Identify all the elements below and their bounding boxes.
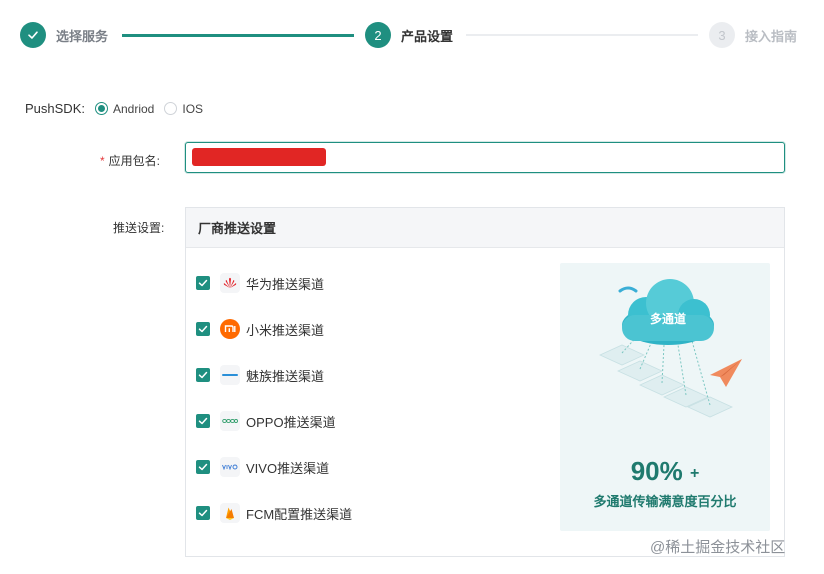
huawei-logo-icon [220,273,240,293]
required-mark: * [100,153,105,168]
promo-illustration: 多通道 90% + 多通道传输满意度百分比 [560,263,770,531]
vivo-logo-icon [220,457,240,477]
step-select-service: 选择服务 [20,22,108,48]
push-settings-label: 推送设置: [113,221,165,235]
promo-percent: 90% + [630,456,700,486]
step-access-guide: 3 接入指南 [709,22,797,48]
checkbox-checked-icon[interactable] [196,368,210,382]
radio-checked-icon[interactable] [94,102,108,115]
checkbox-checked-icon[interactable] [196,506,210,520]
checkbox-checked-icon[interactable] [196,460,210,474]
promo-subtitle: 多通道传输满意度百分比 [593,494,737,509]
radio-android[interactable]: Andriod [94,101,155,116]
checkbox-checked-icon[interactable] [196,276,210,290]
vendor-push-panel: 厂商推送设置 华为推送渠道 小米推送渠道 魅族推送渠道 OPPO推送渠道 VIV… [185,207,785,557]
checkbox-checked-icon[interactable] [196,414,210,428]
cloud-illustration-icon: 多通道 [599,279,742,418]
package-name-input[interactable] [185,142,785,173]
channel-meizu[interactable]: 魅族推送渠道 [196,352,352,398]
push-sdk-label: PushSDK: [25,101,85,116]
package-name-label-row: * 应用包名: [100,152,171,169]
cloud-text: 多通道 [650,311,686,326]
step-number: 2 [365,22,391,48]
push-sdk-row: PushSDK: Andriod IOS [25,101,203,116]
meizu-logo-icon [220,365,240,385]
fcm-logo-icon [220,503,240,523]
radio-label: IOS [182,101,204,116]
panel-title: 厂商推送设置 [186,208,784,248]
step-label: 选择服务 [56,28,109,44]
channel-huawei[interactable]: 华为推送渠道 [196,260,352,306]
channel-label: VIVO推送渠道 [246,460,330,476]
step-label: 接入指南 [745,28,798,44]
progress-stepper: 选择服务 2 产品设置 3 接入指南 [20,22,810,50]
radio-label: Andriod [112,101,155,116]
redacted-value [192,148,326,166]
channel-label: FCM配置推送渠道 [246,506,353,522]
channel-xiaomi[interactable]: 小米推送渠道 [196,306,352,352]
radio-ios[interactable]: IOS [164,102,203,116]
step-product-settings: 2 产品设置 [365,22,453,48]
check-icon [20,22,46,48]
channel-fcm[interactable]: FCM配置推送渠道 [196,490,352,536]
channel-label: OPPO推送渠道 [246,414,336,430]
channel-vivo[interactable]: VIVO推送渠道 [196,444,352,490]
radio-unchecked-icon[interactable] [164,102,178,115]
step-connector [122,34,354,37]
step-label: 产品设置 [401,28,454,44]
checkbox-checked-icon[interactable] [196,322,210,336]
channel-label: 魅族推送渠道 [246,368,325,384]
channel-label: 华为推送渠道 [246,276,325,292]
oppo-logo-icon [220,411,240,431]
watermark-text: @稀土掘金技术社区 [650,539,786,556]
package-name-label: 应用包名: [108,154,161,168]
channel-list: 华为推送渠道 小米推送渠道 魅族推送渠道 OPPO推送渠道 VIVO推送渠道 F… [196,260,352,536]
xiaomi-logo-icon [220,319,240,339]
step-number: 3 [709,22,735,48]
step-connector [466,34,698,36]
channel-oppo[interactable]: OPPO推送渠道 [196,398,352,444]
channel-label: 小米推送渠道 [246,322,325,338]
